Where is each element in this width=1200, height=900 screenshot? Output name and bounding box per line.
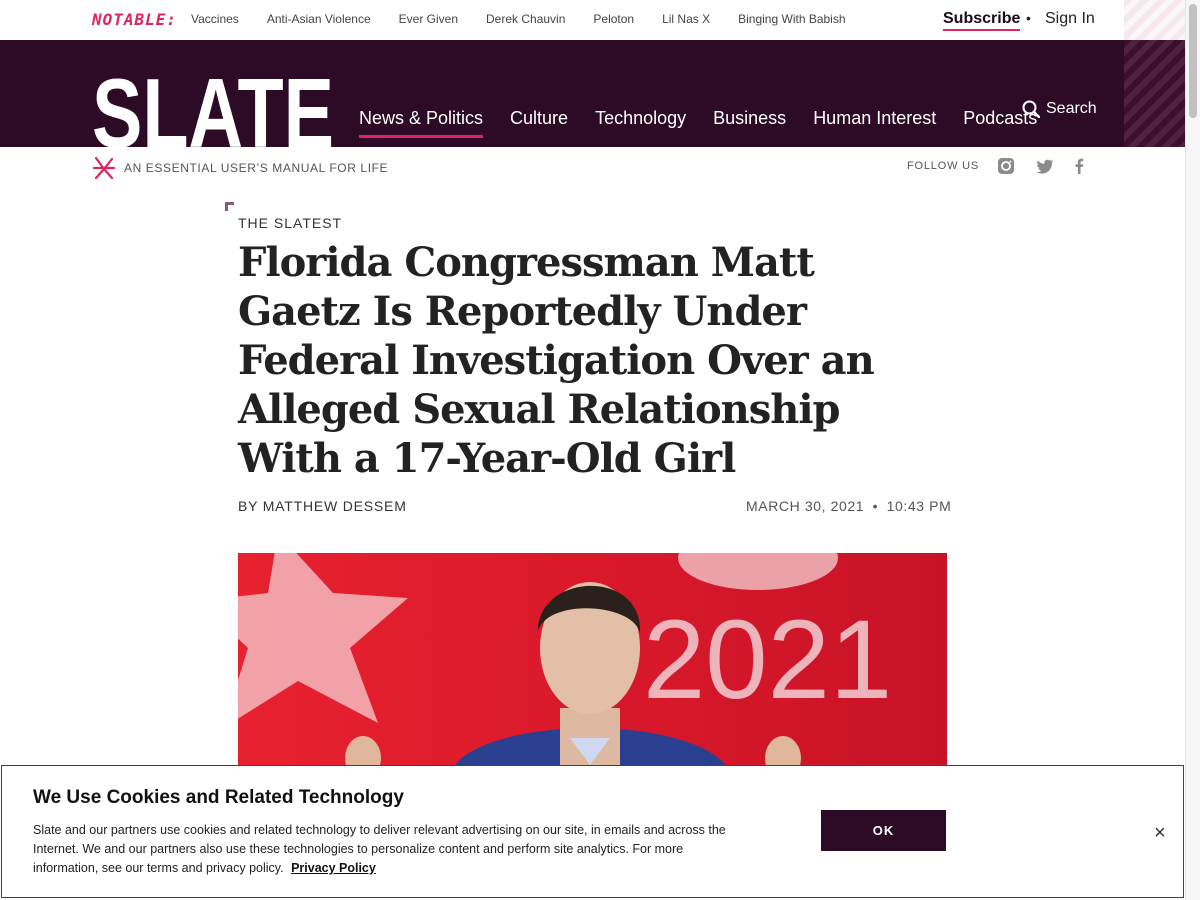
article-date: MARCH 30, 2021	[746, 498, 865, 514]
left-hand	[345, 736, 381, 765]
nav-human-interest[interactable]: Human Interest	[813, 108, 936, 138]
follow-us-label: FOLLOW US	[907, 160, 979, 172]
slate-logo[interactable]: SLATE	[92, 74, 334, 147]
tagline-row: AN ESSENTIAL USER’S MANUAL FOR LIFE	[92, 156, 388, 180]
cookie-ok-button[interactable]: OK	[821, 810, 946, 851]
notable-link-derek-chauvin[interactable]: Derek Chauvin	[486, 12, 565, 26]
cookie-banner: We Use Cookies and Related Technology Sl…	[1, 765, 1184, 898]
page-scrollbar[interactable]	[1185, 0, 1200, 900]
account-separator: •	[1026, 10, 1031, 26]
notable-link-vaccines[interactable]: Vaccines	[191, 12, 239, 26]
notable-link-peloton[interactable]: Peloton	[593, 12, 634, 26]
close-icon[interactable]: ×	[1148, 822, 1168, 843]
notable-link-ever-given[interactable]: Ever Given	[399, 12, 458, 26]
nav-business[interactable]: Business	[713, 108, 786, 138]
background-letter-arc	[678, 553, 838, 590]
notable-link-binging-with-babish[interactable]: Binging With Babish	[738, 12, 845, 26]
background-star	[238, 553, 408, 723]
notable-link-anti-asian-violence[interactable]: Anti-Asian Violence	[267, 12, 371, 26]
article-kicker[interactable]: THE SLATEST	[238, 215, 342, 231]
date-separator: •	[872, 498, 879, 514]
right-hand	[765, 736, 801, 765]
notable-label: NOTABLE:	[92, 10, 178, 29]
article-lead-image: 2021	[238, 553, 947, 765]
logo-text: SLATE	[92, 74, 334, 147]
article-dateline: MARCH 30, 2021 • 10:43 PM	[746, 498, 951, 514]
notable-bar: NOTABLE: Vaccines Anti-Asian Violence Ev…	[0, 0, 1185, 40]
article-byline[interactable]: BY MATTHEW DESSEM	[238, 498, 407, 514]
nav-culture[interactable]: Culture	[510, 108, 568, 138]
cookie-title: We Use Cookies and Related Technology	[33, 787, 404, 808]
main-nav: News & Politics Culture Technology Busin…	[359, 108, 1064, 138]
privacy-policy-link[interactable]: Privacy Policy	[291, 861, 376, 875]
subscribe-link[interactable]: Subscribe	[943, 10, 1021, 31]
scrollbar-thumb[interactable]	[1189, 4, 1197, 118]
article-time: 10:43 PM	[886, 498, 952, 514]
twitter-icon[interactable]	[1036, 157, 1054, 175]
sign-in-link[interactable]: Sign In	[1045, 10, 1095, 28]
cookie-body-text: Slate and our partners use cookies and r…	[33, 823, 726, 875]
notable-links: Vaccines Anti-Asian Violence Ever Given …	[191, 12, 874, 26]
nav-technology[interactable]: Technology	[595, 108, 686, 138]
section-corner-mark	[225, 202, 234, 211]
nav-podcasts[interactable]: Podcasts	[963, 108, 1037, 138]
cookie-body: Slate and our partners use cookies and r…	[33, 821, 733, 878]
instagram-icon[interactable]	[997, 157, 1015, 175]
article-headline: Florida Congressman Matt Gaetz Is Report…	[238, 239, 875, 482]
background-year-text: 2021	[643, 597, 892, 722]
slate-mark-icon	[92, 156, 116, 180]
decorative-stripes-dark	[1124, 40, 1185, 147]
lead-image-illustration: 2021	[238, 553, 892, 765]
facebook-icon[interactable]	[1070, 157, 1088, 175]
notable-link-lil-nas-x[interactable]: Lil Nas X	[662, 12, 710, 26]
nav-news-politics[interactable]: News & Politics	[359, 108, 484, 138]
tagline: AN ESSENTIAL USER’S MANUAL FOR LIFE	[124, 161, 389, 175]
